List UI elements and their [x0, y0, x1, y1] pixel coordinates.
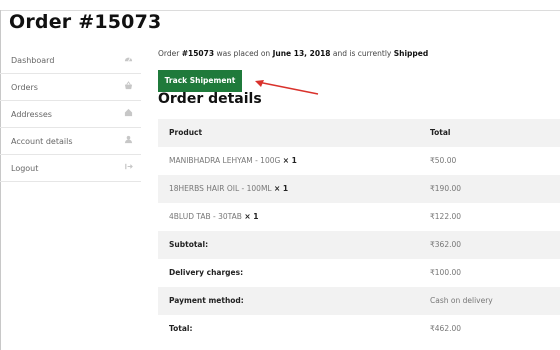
delivery-charges-value: ₹100.00	[430, 268, 462, 277]
notice-text: was placed on	[214, 49, 273, 58]
subtotal-value: ₹362.00	[430, 240, 462, 249]
total-label: Total:	[169, 324, 193, 333]
sidebar-item-label: Addresses	[11, 110, 52, 119]
line-total: ₹190.00	[430, 184, 462, 193]
sidebar-item-logout[interactable]: Logout	[0, 155, 141, 182]
subtotal-label: Subtotal:	[169, 240, 209, 249]
account-sidebar: Dashboard Orders Addresses Account detai…	[0, 47, 141, 182]
column-header-total: Total	[430, 128, 451, 137]
sidebar-item-orders[interactable]: Orders	[0, 74, 141, 101]
delivery-charges-row: Delivery charges: ₹100.00	[158, 259, 560, 287]
table-row: MANIBHADRA LEHYAM - 100G × 1 ₹50.00	[158, 147, 560, 175]
track-shipment-button[interactable]: Track Shipement	[158, 70, 242, 92]
sidebar-item-addresses[interactable]: Addresses	[0, 101, 141, 128]
order-details-title: Order details	[158, 91, 262, 107]
payment-method-row: Payment method: Cash on delivery	[158, 287, 560, 315]
home-icon	[124, 108, 133, 117]
product-cell: 18HERBS HAIR OIL - 100ML × 1	[169, 175, 288, 203]
subtotal-row: Subtotal: ₹362.00	[158, 231, 560, 259]
annotation-arrow	[255, 80, 319, 95]
total-value: ₹462.00	[430, 324, 462, 333]
column-header-product: Product	[169, 128, 203, 137]
order-status-notice: Order #15073 was placed on June 13, 2018…	[158, 49, 428, 58]
basket-icon	[124, 81, 133, 90]
total-row: Total: ₹462.00	[158, 315, 560, 343]
sidebar-item-label: Account details	[11, 137, 73, 146]
user-icon	[124, 135, 133, 144]
sidebar-item-label: Dashboard	[11, 56, 55, 65]
table-row: 18HERBS HAIR OIL - 100ML × 1 ₹190.00	[158, 175, 560, 203]
payment-method-label: Payment method:	[169, 296, 244, 305]
product-quantity: × 1	[244, 212, 259, 221]
line-total: ₹122.00	[430, 212, 462, 221]
notice-text: and is currently	[330, 49, 394, 58]
table-row: 4BLUD TAB - 30TAB × 1 ₹122.00	[158, 203, 560, 231]
order-details-table: Product Total MANIBHADRA LEHYAM - 100G ×…	[158, 119, 560, 343]
page-title: Order #15073	[9, 11, 162, 33]
logout-icon	[124, 162, 133, 171]
order-date: June 13, 2018	[272, 49, 331, 58]
notice-text: Order	[158, 49, 182, 58]
product-quantity: × 1	[282, 156, 297, 165]
sidebar-item-dashboard[interactable]: Dashboard	[0, 47, 141, 74]
product-cell: MANIBHADRA LEHYAM - 100G × 1	[169, 147, 297, 175]
table-header-row: Product Total	[158, 119, 560, 147]
product-link[interactable]: MANIBHADRA LEHYAM - 100G	[169, 156, 280, 165]
order-status: Shipped	[393, 49, 429, 58]
sidebar-item-label: Orders	[11, 83, 38, 92]
order-number: #15073	[181, 49, 215, 58]
product-link[interactable]: 18HERBS HAIR OIL - 100ML	[169, 184, 272, 193]
sidebar-item-label: Logout	[11, 164, 39, 173]
dashboard-icon	[124, 54, 133, 63]
payment-method-value: Cash on delivery	[430, 296, 493, 305]
sidebar-item-account-details[interactable]: Account details	[0, 128, 141, 155]
product-link[interactable]: 4BLUD TAB - 30TAB	[169, 212, 242, 221]
product-quantity: × 1	[274, 184, 289, 193]
line-total: ₹50.00	[430, 156, 457, 165]
product-cell: 4BLUD TAB - 30TAB × 1	[169, 203, 258, 231]
delivery-charges-label: Delivery charges:	[169, 268, 244, 277]
